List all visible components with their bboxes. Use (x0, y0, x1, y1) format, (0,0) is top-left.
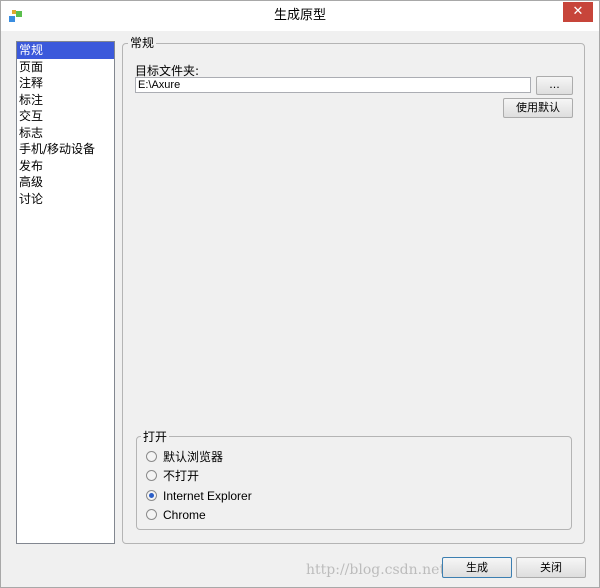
radio-do-not-open[interactable]: 不打开 (146, 468, 199, 484)
generate-prototype-dialog: 生成原型 ✕ 常规 页面 注释 标注 交互 标志 手机/移动设备 发布 高级 讨… (0, 0, 600, 588)
radio-chrome[interactable]: Chrome (146, 507, 206, 523)
browse-button[interactable]: ... (536, 76, 573, 95)
radio-internet-explorer[interactable]: Internet Explorer (146, 488, 252, 504)
radio-label: Chrome (163, 508, 206, 522)
radio-button-selected[interactable] (146, 490, 157, 501)
nav-item-advanced[interactable]: 高级 (17, 174, 114, 191)
general-group-legend: 常规 (128, 36, 157, 50)
use-default-button[interactable]: 使用默认 (503, 98, 573, 118)
open-group-legend: 打开 (141, 430, 170, 444)
generate-button[interactable]: 生成 (442, 557, 512, 578)
title-bar[interactable]: 生成原型 ✕ (1, 1, 599, 31)
nav-item-flags[interactable]: 标志 (17, 125, 114, 142)
target-folder-input[interactable] (135, 77, 531, 93)
close-button[interactable]: 关闭 (516, 557, 586, 578)
nav-item-discussion[interactable]: 讨论 (17, 191, 114, 208)
nav-item-pages[interactable]: 页面 (17, 59, 114, 76)
radio-button[interactable] (146, 451, 157, 462)
nav-item-interactions[interactable]: 交互 (17, 108, 114, 125)
nav-item-footnotes[interactable]: 标注 (17, 92, 114, 109)
nav-item-publish[interactable]: 发布 (17, 158, 114, 175)
window-title: 生成原型 (273, 8, 326, 23)
nav-item-general[interactable]: 常规 (17, 42, 114, 59)
nav-item-notes[interactable]: 注释 (17, 75, 114, 92)
radio-button[interactable] (146, 470, 157, 481)
radio-label: 默认浏览器 (163, 450, 224, 464)
radio-default-browser[interactable]: 默认浏览器 (146, 449, 223, 465)
settings-category-list: 常规 页面 注释 标注 交互 标志 手机/移动设备 发布 高级 讨论 (16, 41, 115, 544)
window-close-button[interactable]: ✕ (563, 2, 593, 22)
nav-item-mobile[interactable]: 手机/移动设备 (17, 141, 114, 158)
radio-label: 不打开 (163, 469, 200, 483)
radio-label: Internet Explorer (163, 489, 252, 503)
watermark-text: http://blog.csdn.net/... (306, 562, 464, 578)
radio-button[interactable] (146, 509, 157, 520)
